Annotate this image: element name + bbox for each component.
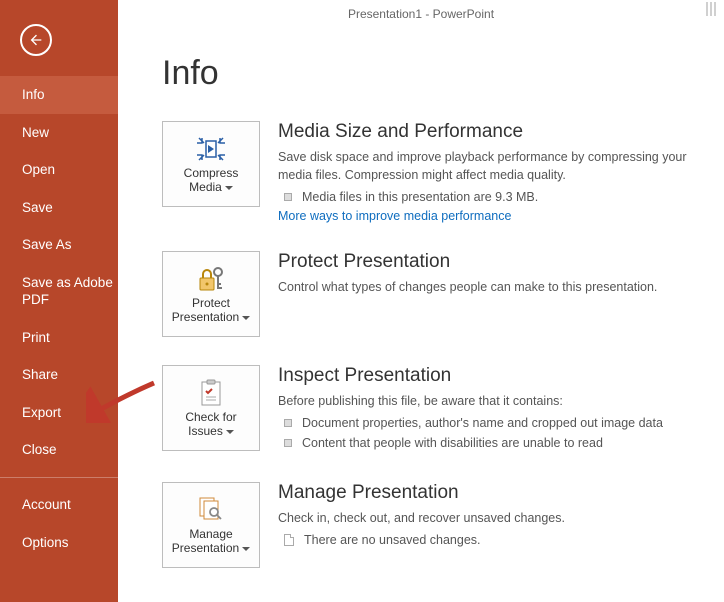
document-search-icon — [195, 494, 227, 526]
tile-label: Manage Presentation — [163, 528, 259, 556]
section-protect: Protect Presentation Protect Presentatio… — [162, 251, 700, 337]
bullet-item: Media files in this presentation are 9.3… — [278, 188, 700, 207]
section-manage: Manage Presentation Manage Presentation … — [162, 482, 700, 568]
chevron-down-icon — [225, 186, 233, 190]
info-col-protect: Protect Presentation Control what types … — [278, 251, 700, 337]
compress-media-button[interactable]: Compress Media — [162, 121, 260, 207]
section-heading: Manage Presentation — [278, 482, 700, 504]
sidebar-item-close[interactable]: Close — [0, 431, 118, 469]
bullet-icon — [284, 439, 292, 447]
checklist-icon — [195, 377, 227, 409]
chevron-down-icon — [242, 547, 250, 551]
lock-key-icon — [195, 263, 227, 295]
tile-label: Check for Issues — [163, 411, 259, 439]
sidebar-item-label: Save — [22, 200, 53, 215]
check-for-issues-button[interactable]: Check for Issues — [162, 365, 260, 451]
bullet-text: Media files in this presentation are 9.3… — [302, 188, 538, 207]
section-desc: Check in, check out, and recover unsaved… — [278, 510, 700, 528]
sidebar-item-open[interactable]: Open — [0, 151, 118, 189]
sidebar-item-save-adobe-pdf[interactable]: Save as Adobe PDF — [0, 264, 118, 319]
sidebar-item-label: Options — [22, 535, 69, 550]
sidebar-item-label: Share — [22, 367, 58, 382]
sidebar-item-print[interactable]: Print — [0, 319, 118, 357]
document-icon — [284, 534, 294, 546]
sidebar-item-save-as[interactable]: Save As — [0, 226, 118, 264]
tile-label: Protect Presentation — [163, 297, 259, 325]
chevron-down-icon — [242, 316, 250, 320]
tile-label: Compress Media — [163, 167, 259, 195]
section-heading: Inspect Presentation — [278, 365, 700, 387]
bullet-text: Content that people with disabilities ar… — [302, 434, 603, 453]
file-sidebar: Info New Open Save Save As Save as Adobe… — [0, 0, 118, 602]
info-col-manage: Manage Presentation Check in, check out,… — [278, 482, 700, 568]
sidebar-item-label: New — [22, 125, 49, 140]
sidebar-item-account[interactable]: Account — [0, 486, 118, 524]
bullet-item: Content that people with disabilities ar… — [278, 434, 700, 453]
section-heading: Protect Presentation — [278, 251, 700, 273]
window-title: Presentation1 - PowerPoint — [348, 7, 494, 21]
bullet-item: Document properties, author's name and c… — [278, 414, 700, 433]
info-col-media: Media Size and Performance Save disk spa… — [278, 121, 700, 223]
sidebar-item-info[interactable]: Info — [0, 76, 118, 114]
window-grip-icon — [706, 2, 716, 16]
divider — [0, 477, 118, 478]
titlebar: Presentation1 - PowerPoint — [118, 0, 724, 28]
bullet-icon — [284, 193, 292, 201]
section-inspect: Check for Issues Inspect Presentation Be… — [162, 365, 700, 454]
sidebar-item-label: Export — [22, 405, 61, 420]
chevron-down-icon — [226, 430, 234, 434]
sidebar-item-label: Close — [22, 442, 57, 457]
section-desc: Control what types of changes people can… — [278, 279, 700, 297]
bullet-text: Document properties, author's name and c… — [302, 414, 663, 433]
sidebar-item-label: Save As — [22, 237, 72, 252]
sidebar-item-share[interactable]: Share — [0, 356, 118, 394]
section-desc: Save disk space and improve playback per… — [278, 149, 700, 184]
sidebar-item-save[interactable]: Save — [0, 189, 118, 227]
manage-presentation-button[interactable]: Manage Presentation — [162, 482, 260, 568]
section-desc: Before publishing this file, be aware th… — [278, 393, 700, 411]
sidebar-item-new[interactable]: New — [0, 114, 118, 152]
sidebar-item-label: Info — [22, 87, 45, 102]
main-content: Info Compress Media Media Size and Perfo… — [118, 28, 724, 602]
sidebar-item-export[interactable]: Export — [0, 394, 118, 432]
sidebar-item-label: Save as Adobe PDF — [22, 275, 113, 308]
media-performance-link[interactable]: More ways to improve media performance — [278, 209, 511, 223]
sidebar-item-label: Account — [22, 497, 71, 512]
bullet-text: There are no unsaved changes. — [304, 531, 481, 550]
protect-presentation-button[interactable]: Protect Presentation — [162, 251, 260, 337]
sidebar-item-label: Print — [22, 330, 50, 345]
section-media: Compress Media Media Size and Performanc… — [162, 121, 700, 223]
bullet-item: There are no unsaved changes. — [278, 531, 700, 550]
info-col-inspect: Inspect Presentation Before publishing t… — [278, 365, 700, 454]
arrow-left-icon — [28, 32, 44, 48]
section-heading: Media Size and Performance — [278, 121, 700, 143]
compress-media-icon — [195, 133, 227, 165]
back-button[interactable] — [20, 24, 52, 56]
sidebar-item-options[interactable]: Options — [0, 524, 118, 562]
bullet-icon — [284, 419, 292, 427]
page-title: Info — [162, 54, 700, 93]
sidebar-item-label: Open — [22, 162, 55, 177]
